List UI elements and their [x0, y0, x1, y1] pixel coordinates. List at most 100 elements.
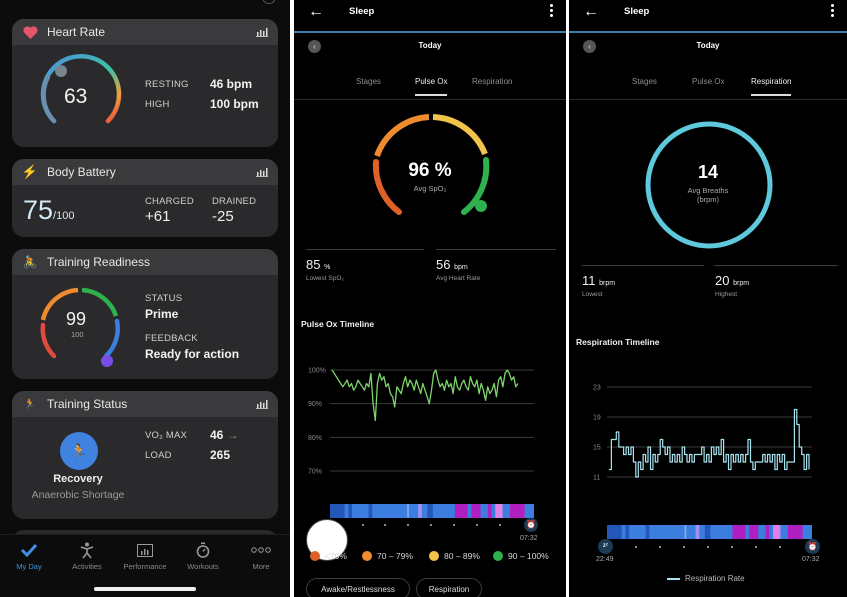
- drained-label: DRAINED: [212, 196, 257, 207]
- stage-segment: [407, 504, 409, 518]
- stage-segment: [773, 525, 781, 539]
- legend-below-70: <70%: [310, 551, 347, 561]
- my-day-screen: Heart Rate 63 RESTING 46 bpm HIGH 100 bp…: [0, 0, 290, 597]
- more-icon: [232, 541, 290, 559]
- respiration-timeline-title: Respiration Timeline: [576, 337, 660, 347]
- alarm-clock-icon: ⏰: [524, 518, 538, 532]
- body-battery-title: Body Battery: [47, 165, 116, 179]
- avg-breaths-value: 14: [697, 162, 719, 182]
- screen-title: Sleep: [624, 6, 650, 17]
- status-value: Prime: [145, 307, 179, 321]
- more-options-icon[interactable]: [831, 4, 835, 19]
- sleep-stage-bar: [607, 525, 812, 539]
- legend-70-79: 70 – 79%: [362, 551, 413, 561]
- back-arrow-icon[interactable]: ←: [308, 3, 324, 21]
- training-status-header: 🏃 Training Status: [12, 391, 278, 417]
- stage-segment: [607, 525, 622, 539]
- sleep-subtabs: Stages Pulse Ox Respiration: [569, 72, 847, 100]
- sleep-stage-bar: [330, 504, 534, 518]
- body-battery-icon: ⚡: [21, 164, 39, 179]
- tab-activities[interactable]: Activities: [58, 541, 116, 571]
- y-tick-label: 80%: [308, 435, 322, 442]
- legend-90-100: 90 – 100%: [493, 551, 549, 561]
- tab-my-day[interactable]: My Day: [0, 541, 58, 571]
- end-time: 07:32: [802, 556, 820, 563]
- alarm-clock-icon: ⏰: [805, 539, 820, 554]
- stage-segment: [368, 504, 373, 518]
- respiration-ring: [645, 121, 773, 249]
- training-status-card[interactable]: 🏃 Training Status 🏃 Recovery Anaerobic S…: [12, 391, 278, 519]
- lowest-spo2-label: Lowest SpO₂: [306, 275, 344, 282]
- training-status-sub: Anaerobic Shortage: [31, 489, 125, 501]
- lowest-spo2-value: 85 %: [306, 257, 331, 272]
- top-app-bar: ← Sleep: [294, 0, 566, 33]
- training-status-title: Training Status: [47, 397, 128, 411]
- feedback-label: FEEDBACK: [145, 333, 198, 344]
- tab-pulse-ox[interactable]: Pulse Ox: [692, 77, 724, 86]
- resting-label: RESTING: [145, 79, 189, 90]
- start-time: 22:49: [596, 556, 614, 563]
- tab-performance[interactable]: Performance: [116, 541, 174, 571]
- stage-segment: [695, 525, 700, 539]
- avg-heart-rate-label: Avg Heart Rate: [436, 275, 481, 282]
- training-readiness-card[interactable]: 🚴 Training Readiness 99 100 STATUS Prime…: [12, 249, 278, 379]
- tab-stages[interactable]: Stages: [356, 77, 381, 86]
- stage-segment: [471, 504, 481, 518]
- stage-segment: [704, 525, 711, 539]
- stage-segment: [330, 504, 345, 518]
- respiration-button[interactable]: Respiration: [416, 578, 482, 597]
- status-label: STATUS: [145, 293, 183, 304]
- tab-respiration[interactable]: Respiration: [472, 77, 512, 86]
- y-tick-label: 70%: [308, 469, 322, 476]
- tab-workouts[interactable]: Workouts: [174, 541, 232, 571]
- divider: [714, 265, 838, 266]
- divider: [306, 249, 424, 250]
- series-line: [609, 408, 810, 478]
- pulse-ox-timeline-title: Pulse Ox Timeline: [301, 319, 375, 329]
- date-label: Today: [418, 41, 442, 50]
- legend-80-89: 80 – 89%: [429, 551, 480, 561]
- home-indicator: [94, 587, 196, 591]
- y-tick-label: 11: [593, 475, 600, 482]
- scroll-indicator: [262, 0, 276, 4]
- y-tick-label: 100%: [308, 368, 326, 375]
- high-label: HIGH: [145, 99, 170, 110]
- bar-chart-icon[interactable]: [256, 167, 268, 177]
- body-battery-card[interactable]: ⚡ Body Battery 75/100 CHARGED +61 DRAINE…: [12, 159, 278, 237]
- stage-segment: [487, 504, 492, 518]
- heart-rate-card[interactable]: Heart Rate 63 RESTING 46 bpm HIGH 100 bp…: [12, 19, 278, 147]
- chart-legend: Respiration Rate: [667, 574, 745, 583]
- divider: [436, 249, 556, 250]
- sleep-start-icon: zᶻ: [598, 539, 613, 554]
- pulse-ox-chart: 100% 90% 80% 70%: [308, 368, 534, 476]
- bar-chart-icon[interactable]: [256, 27, 268, 37]
- drained-value: -25: [212, 208, 234, 225]
- bar-chart-icon[interactable]: [256, 399, 268, 409]
- tab-respiration[interactable]: Respiration: [751, 77, 792, 96]
- chart-icon: [116, 541, 174, 559]
- gauge-marker: [475, 200, 487, 212]
- training-readiness-header: 🚴 Training Readiness: [12, 249, 278, 275]
- tab-stages[interactable]: Stages: [632, 77, 657, 86]
- check-icon: [0, 541, 58, 559]
- lowest-label: Lowest: [582, 291, 603, 298]
- more-options-icon[interactable]: [550, 4, 554, 19]
- stage-segment: [625, 525, 630, 539]
- current-heart-rate: 63: [64, 85, 88, 108]
- respiration-screen: ← Sleep ‹ Today Stages Pulse Ox Respirat…: [569, 0, 847, 597]
- tab-pulse-ox[interactable]: Pulse Ox: [415, 77, 448, 96]
- series-line: [331, 369, 519, 422]
- tab-more[interactable]: More: [232, 541, 290, 571]
- time-ticks: [330, 524, 534, 528]
- back-arrow-icon[interactable]: ←: [583, 3, 599, 21]
- load-label: LOAD: [145, 450, 172, 461]
- avg-spo2-label: Avg SpO₂: [413, 184, 447, 193]
- charged-value: +61: [145, 208, 171, 225]
- charged-label: CHARGED: [145, 196, 194, 207]
- top-app-bar: ← Sleep: [569, 0, 847, 33]
- stage-segment: [765, 525, 770, 539]
- highest-label: Highest: [715, 291, 738, 298]
- end-time: 07:32: [520, 535, 538, 542]
- awake-restlessness-button[interactable]: Awake/Restlessness: [306, 578, 410, 597]
- stage-segment: [454, 504, 468, 518]
